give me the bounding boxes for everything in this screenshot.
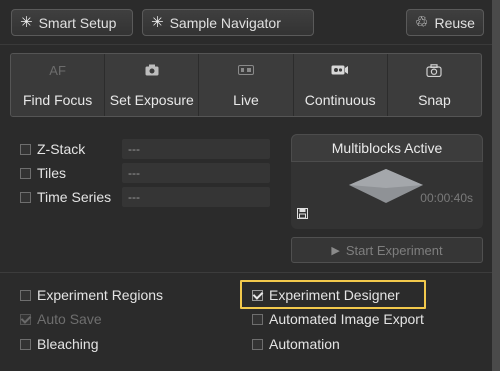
multiblocks-panel: Multiblocks Active 00:00:40s xyxy=(291,134,483,229)
sparkle-icon: ✳ xyxy=(151,14,164,31)
divider xyxy=(0,44,492,45)
snap-button[interactable]: Snap xyxy=(388,54,481,116)
reuse-icon: ♲ xyxy=(415,14,429,31)
auto-save-checkbox xyxy=(20,313,31,325)
sample-navigator-label: Sample Navigator xyxy=(169,14,281,31)
set-exposure-button[interactable]: Set Exposure xyxy=(105,54,200,116)
tiles-value: --- xyxy=(122,163,270,183)
time-series-option[interactable]: Time Series xyxy=(20,189,111,205)
sparkle-icon: ✳ xyxy=(20,14,33,31)
z-stack-value: --- xyxy=(122,139,270,159)
snap-camera-icon xyxy=(426,60,443,80)
experiment-designer-label: Experiment Designer xyxy=(269,287,400,303)
snap-label: Snap xyxy=(418,92,451,108)
camera-icon xyxy=(145,60,159,80)
smart-setup-button[interactable]: ✳ Smart Setup xyxy=(11,9,133,36)
acquisition-panel: ✳ Smart Setup ✳ Sample Navigator ♲ Reuse… xyxy=(0,0,492,371)
set-exposure-label: Set Exposure xyxy=(109,92,194,108)
experiment-block-icon xyxy=(349,169,423,203)
auto-save-label: Auto Save xyxy=(37,311,102,327)
live-button[interactable]: Live xyxy=(199,54,294,116)
save-disk-icon xyxy=(297,208,308,219)
live-icon xyxy=(238,60,254,80)
experiment-regions-option[interactable]: Experiment Regions xyxy=(20,287,163,303)
continuous-icon xyxy=(331,60,349,80)
bleaching-option[interactable]: Bleaching xyxy=(20,336,99,352)
time-series-label: Time Series xyxy=(37,189,112,205)
time-series-checkbox[interactable] xyxy=(20,191,31,203)
automation-checkbox[interactable] xyxy=(252,338,263,350)
automated-image-export-label: Automated Image Export xyxy=(269,311,424,327)
find-focus-button[interactable]: AF Find Focus xyxy=(11,54,106,116)
automation-label: Automation xyxy=(269,336,340,352)
bleaching-checkbox[interactable] xyxy=(20,338,31,350)
reuse-button[interactable]: ♲ Reuse xyxy=(406,9,484,36)
elapsed-time: 00:00:40s xyxy=(420,191,473,205)
find-focus-label: Find Focus xyxy=(22,92,93,108)
bleaching-label: Bleaching xyxy=(37,336,99,352)
continuous-label: Continuous xyxy=(304,92,376,108)
experiment-regions-label: Experiment Regions xyxy=(37,287,164,303)
automation-option[interactable]: Automation xyxy=(252,336,340,352)
experiment-regions-checkbox[interactable] xyxy=(20,289,31,301)
z-stack-label: Z-Stack xyxy=(37,141,86,157)
z-stack-checkbox[interactable] xyxy=(20,143,31,155)
acquisition-toolbar: AF Find Focus Set Exposure Live Continuo… xyxy=(10,53,482,117)
multiblocks-title: Multiblocks Active xyxy=(291,134,483,162)
tiles-label: Tiles xyxy=(37,165,67,181)
divider xyxy=(0,272,492,273)
play-icon: ▶ xyxy=(331,244,340,257)
live-label: Live xyxy=(233,92,259,108)
automated-image-export-option[interactable]: Automated Image Export xyxy=(252,311,424,327)
panel-edge xyxy=(492,0,500,371)
smart-setup-label: Smart Setup xyxy=(38,14,117,31)
experiment-designer-checkbox[interactable] xyxy=(252,289,263,301)
z-stack-option[interactable]: Z-Stack xyxy=(20,141,85,157)
start-experiment-button[interactable]: ▶ Start Experiment xyxy=(291,237,483,263)
autofocus-icon: AF xyxy=(49,62,66,78)
start-experiment-label: Start Experiment xyxy=(345,242,443,258)
tiles-option[interactable]: Tiles xyxy=(20,165,66,181)
experiment-designer-option[interactable]: Experiment Designer xyxy=(252,287,400,303)
auto-save-option: Auto Save xyxy=(20,311,102,327)
time-series-value: --- xyxy=(122,187,270,207)
automated-image-export-checkbox[interactable] xyxy=(252,313,263,325)
sample-navigator-button[interactable]: ✳ Sample Navigator xyxy=(142,9,314,36)
reuse-label: Reuse xyxy=(434,14,475,31)
continuous-button[interactable]: Continuous xyxy=(294,54,388,116)
tiles-checkbox[interactable] xyxy=(20,167,31,179)
